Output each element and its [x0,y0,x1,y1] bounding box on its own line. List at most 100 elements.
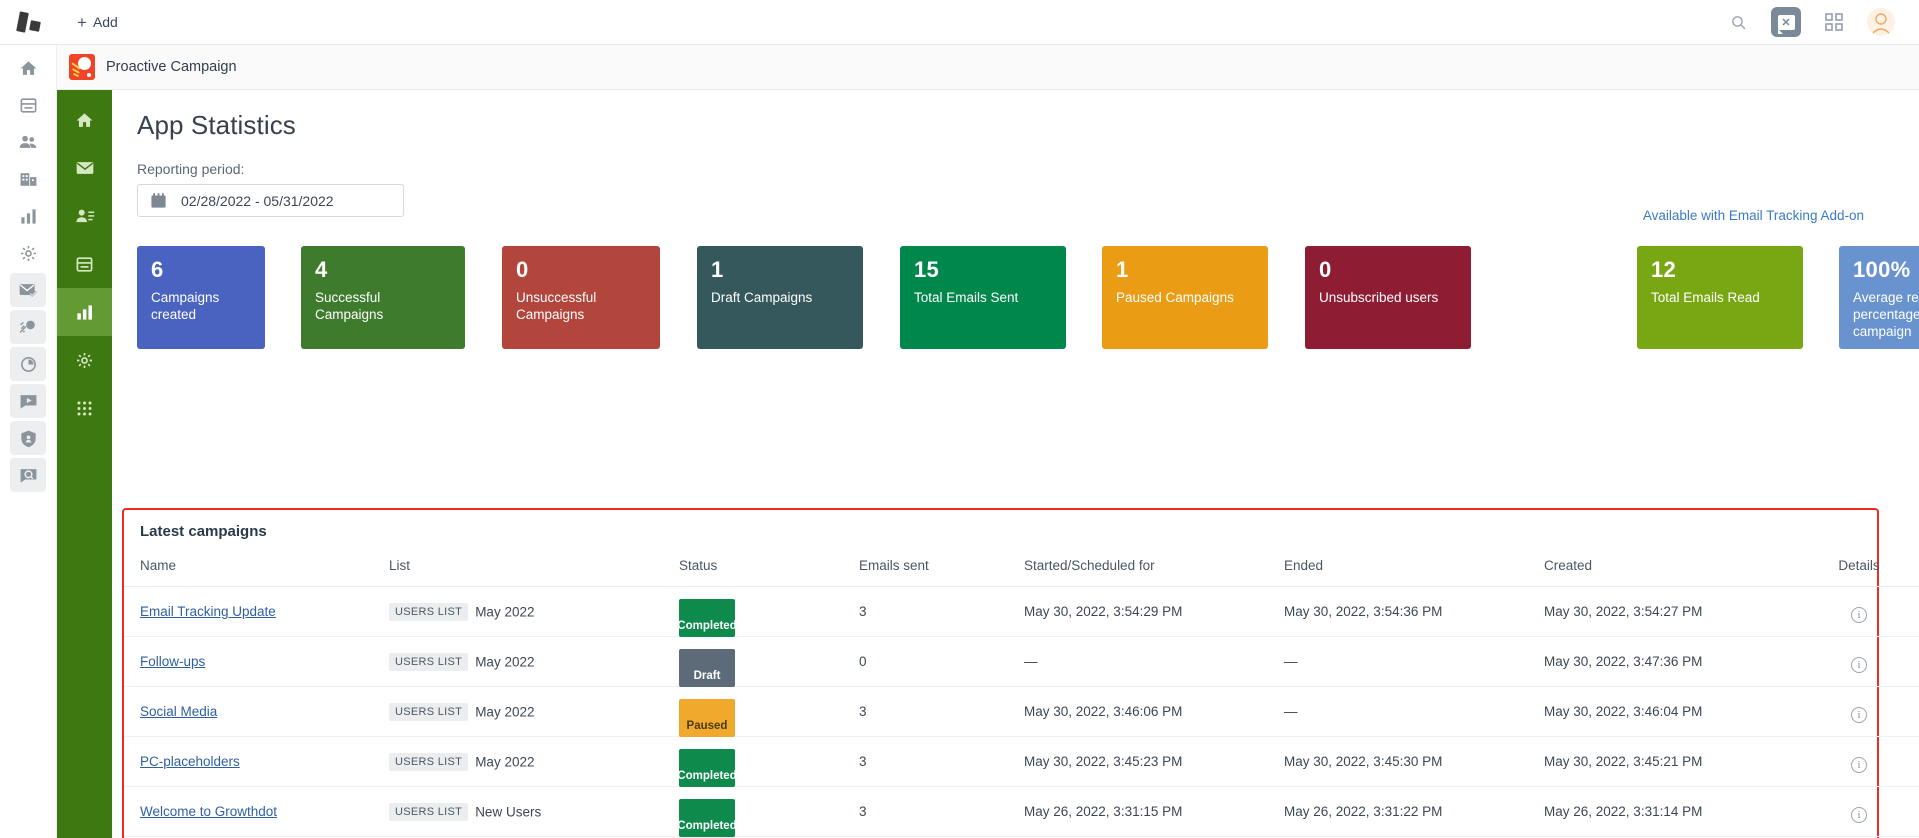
calendar-icon [150,192,167,209]
table-header-created: Created [1544,551,1799,587]
cell-started: — [1024,636,1284,687]
avatar[interactable] [1867,8,1895,36]
info-icon[interactable]: i [1851,657,1867,674]
cell-started: May 30, 2022, 3:46:06 PM [1024,686,1284,737]
info-icon[interactable]: i [1851,607,1867,624]
table-row: Email Tracking Update USERS LIST May 2022 C… [124,586,1919,637]
cell-ended: — [1284,636,1544,687]
rail-item-security[interactable] [10,421,46,455]
rail-item-video[interactable] [10,384,46,418]
email-tracking-addon-link[interactable]: Available with Email Tracking Add-on [1643,208,1864,223]
rail-item-reports[interactable] [10,199,46,233]
cell-name: Email Tracking Update [124,586,389,637]
cell-list: USERS LIST New Users [389,786,679,837]
cell-created: May 30, 2022, 3:45:21 PM [1544,736,1799,787]
sidebar-item-settings[interactable] [57,336,112,384]
rail-item-home[interactable] [10,51,46,85]
add-button[interactable]: + Add [69,10,126,35]
cell-status: Paused [679,686,859,737]
rail-item-feedback[interactable] [10,458,46,492]
cell-name: Welcome to Growthdot [124,786,389,837]
left-icon-rail [0,45,57,838]
table-header-emails-sent: Emails sent [859,551,1024,587]
table-body: Email Tracking Update USERS LIST May 2022 C… [124,586,1919,837]
plus-icon: + [77,12,87,32]
stat-card-value: 15 [914,257,940,282]
sidebar-item-more-apps[interactable] [57,384,112,432]
stat-card: 1 Paused Campaigns [1102,246,1268,349]
cell-status: Draft [679,636,859,687]
table-row: Welcome to Growthdot USERS LIST New Users C… [124,786,1919,837]
cell-emails-sent: 0 [859,636,1024,687]
table-header-list: List [389,551,679,587]
cell-emails-sent: 3 [859,686,1024,737]
sidebar-item-campaigns[interactable] [57,144,112,192]
top-bar: + Add ✕ [0,0,1919,45]
stat-card: 0 Unsuccessful Campaigns [502,246,660,349]
cell-list: USERS LIST May 2022 [389,586,679,637]
cell-created: May 30, 2022, 3:47:36 PM [1544,636,1799,687]
reporting-period-value: 02/28/2022 - 05/31/2022 [181,192,334,209]
top-bar-actions: ✕ [1727,7,1919,37]
sidebar-item-statistics[interactable] [57,288,112,336]
list-chip: USERS LIST [389,652,469,671]
list-chip: USERS LIST [389,702,469,721]
stat-card: 0 Unsubscribed users [1305,246,1471,349]
campaign-link[interactable]: Email Tracking Update [140,604,276,619]
brand-logo[interactable] [0,0,57,45]
rail-item-accounts[interactable] [10,162,46,196]
cell-name: Follow-ups [124,636,389,687]
cell-emails-sent: 3 [859,586,1024,637]
rail-item-analytics[interactable] [10,347,46,381]
cell-list: USERS LIST May 2022 [389,736,679,787]
sidebar-item-lists[interactable] [57,240,112,288]
campaign-link[interactable]: Social Media [140,704,217,719]
campaign-link[interactable]: Follow-ups [140,654,205,669]
table-row: PC-placeholders USERS LIST May 2022 Complet… [124,736,1919,787]
stat-card: 6 Campaigns created [137,246,265,349]
list-name: New Users [475,804,542,819]
campaign-link[interactable]: PC-placeholders [140,754,240,769]
rail-item-feeds[interactable] [10,88,46,122]
list-chip: USERS LIST [389,752,469,771]
stat-card-label: Average reading percentage by campaign [1853,290,1919,340]
table-header-ended: Ended [1284,551,1544,587]
stat-card: 15 Total Emails Sent [900,246,1066,349]
cell-started: May 30, 2022, 3:54:29 PM [1024,586,1284,637]
stat-card-value: 1 [1116,257,1129,282]
reporting-period-input[interactable]: 02/28/2022 - 05/31/2022 [137,184,404,217]
app-sidebar [57,90,112,838]
cell-started: May 26, 2022, 3:31:15 PM [1024,786,1284,837]
status-badge: Completed [677,748,737,787]
info-icon[interactable]: i [1851,757,1867,774]
stat-card: 12 Total Emails Read [1637,246,1803,349]
cell-details: i [1799,636,1919,687]
search-icon[interactable] [1727,11,1749,33]
rail-item-proactive-campaign[interactable] [10,310,46,344]
stat-card-label: Draft Campaigns [711,290,813,305]
cell-status: Completed [677,736,859,787]
rail-item-settings[interactable] [10,236,46,270]
stat-card-label: Paused Campaigns [1116,290,1234,305]
cell-ended: — [1284,686,1544,737]
reporting-period-label: Reporting period: [137,161,245,177]
cell-emails-sent: 3 [859,736,1024,787]
rail-item-email-tracking[interactable] [10,273,46,307]
sidebar-item-contacts[interactable] [57,192,112,240]
latest-campaigns-title: Latest campaigns [140,523,267,540]
stat-card-value: 12 [1651,257,1677,282]
zoho-logo-icon [15,11,42,33]
chat-x-icon[interactable]: ✕ [1771,7,1801,37]
stat-card-label: Total Emails Read [1651,290,1760,305]
page-title: App Statistics [137,110,296,140]
stat-card-value: 1 [711,257,724,282]
campaign-link[interactable]: Welcome to Growthdot [140,804,277,819]
main-content: App Statistics Reporting period: 02/28/2… [112,90,1919,838]
stat-card-label: Successful Campaigns [315,290,384,323]
info-icon[interactable]: i [1851,807,1867,824]
stat-card-value: 6 [151,257,164,282]
info-icon[interactable]: i [1851,707,1867,724]
apps-grid-icon[interactable] [1823,11,1845,33]
sidebar-item-home[interactable] [57,96,112,144]
rail-item-contacts[interactable] [10,125,46,159]
